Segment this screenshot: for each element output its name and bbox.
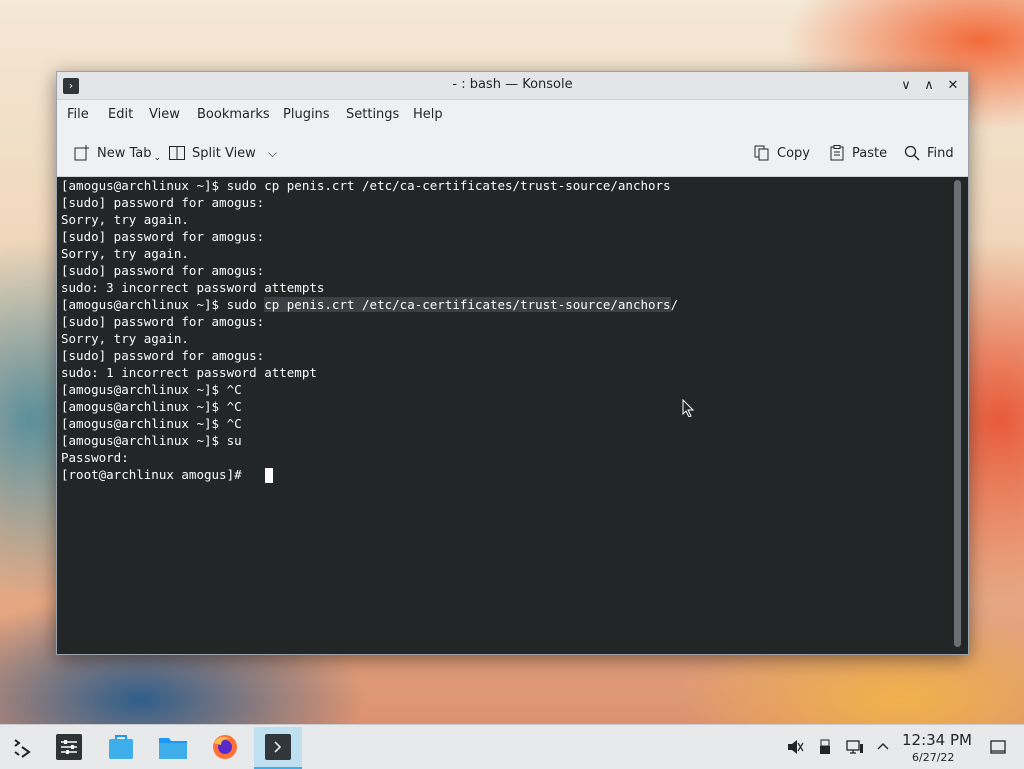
menu-bookmarks[interactable]: Bookmarks [197,107,270,122]
split-view-chevron-down-icon: ⌵ [267,145,277,160]
network-icon[interactable] [845,737,865,757]
selection-suffix: / [670,297,679,312]
new-tab-button[interactable]: New Tab ⌄ [73,142,161,164]
terminal-line: [amogus@archlinux ~]$ ^C [61,416,242,431]
window-title: - : bash — Konsole [452,77,573,92]
terminal-line: Sorry, try again. [61,246,189,261]
file-manager-icon[interactable] [153,727,193,767]
search-icon [903,144,921,162]
split-view-icon [168,144,186,162]
menu-plugins[interactable]: Plugins [283,107,330,122]
konsole-icon[interactable] [254,727,302,769]
selected-text[interactable]: cp penis.crt /etc/ca-certificates/trust-… [264,297,671,312]
usb-device-icon[interactable] [815,737,835,757]
terminal-prompt-line: [root@archlinux amogus]# [61,467,250,482]
copy-icon [753,144,771,162]
application-launcher-icon[interactable] [2,727,42,767]
konsole-window: › - : bash — Konsole ∨ ∧ ✕ File Edit Vie… [56,71,969,655]
paste-button[interactable]: Paste [828,142,887,164]
terminal-area[interactable]: [amogus@archlinux ~]$ sudo cp penis.crt … [57,177,953,654]
terminal-line: [sudo] password for amogus: [61,348,265,363]
selection-prefix: [amogus@archlinux ~]$ sudo [61,297,265,312]
discover-icon[interactable] [101,727,141,767]
menu-file[interactable]: File [67,107,89,122]
terminal-scrollbar[interactable] [954,180,961,647]
terminal-line: [amogus@archlinux ~]$ ^C [61,382,242,397]
menu-help[interactable]: Help [413,107,443,122]
mouse-pointer-icon [682,398,695,418]
menubar: File Edit View Bookmarks Plugins Setting… [57,100,968,130]
taskbar: 12:34 PM 6/27/22 [0,724,1024,769]
split-view-button[interactable]: Split View ⌵ [168,142,277,164]
clock-time[interactable]: 12:34 PM [902,731,972,749]
terminal-line: Password: [61,450,129,465]
terminal-line: [sudo] password for amogus: [61,263,265,278]
terminal-line: [sudo] password for amogus: [61,195,265,210]
terminal-line: [amogus@archlinux ~]$ su [61,433,242,448]
terminal-cursor [265,468,273,483]
minimize-button[interactable]: ∨ [896,76,916,96]
split-view-label: Split View [192,145,256,161]
terminal-line: [sudo] password for amogus: [61,229,265,244]
new-tab-icon [73,144,91,162]
menu-view[interactable]: View [149,107,180,122]
terminal-line: Sorry, try again. [61,212,189,227]
copy-button[interactable]: Copy [753,142,810,164]
system-settings-icon[interactable] [49,727,89,767]
new-tab-chevron-icon: ⌄ [153,153,162,163]
maximize-button[interactable]: ∧ [919,76,939,96]
show-desktop-icon[interactable] [988,737,1008,757]
new-tab-label: New Tab [97,145,152,161]
terminal-line: [sudo] password for amogus: [61,314,265,329]
terminal-line: [amogus@archlinux ~]$ sudo cp penis.crt … [61,178,671,193]
volume-muted-icon[interactable] [785,737,805,757]
menu-settings[interactable]: Settings [346,107,399,122]
terminal-line: sudo: 1 incorrect password attempt [61,365,317,380]
paste-icon [828,144,846,162]
chevron-up-icon[interactable] [873,737,893,757]
toolbar: New Tab ⌄ Split View ⌵ Copy Paste Find [57,130,968,177]
firefox-icon[interactable] [205,727,245,767]
paste-label: Paste [852,145,888,161]
find-button[interactable]: Find [903,142,954,164]
menu-edit[interactable]: Edit [108,107,133,122]
copy-label: Copy [777,145,810,161]
terminal-line: Sorry, try again. [61,331,189,346]
terminal-line: sudo: 3 incorrect password attempts [61,280,325,295]
find-label: Find [927,145,954,161]
close-button[interactable]: ✕ [943,76,963,96]
titlebar[interactable]: › - : bash — Konsole ∨ ∧ ✕ [57,72,968,100]
clock-date[interactable]: 6/27/22 [912,751,954,764]
terminal-line-with-selection: [amogus@archlinux ~]$ sudo cp penis.crt … [61,296,678,313]
terminal-line: [amogus@archlinux ~]$ ^C [61,399,242,414]
